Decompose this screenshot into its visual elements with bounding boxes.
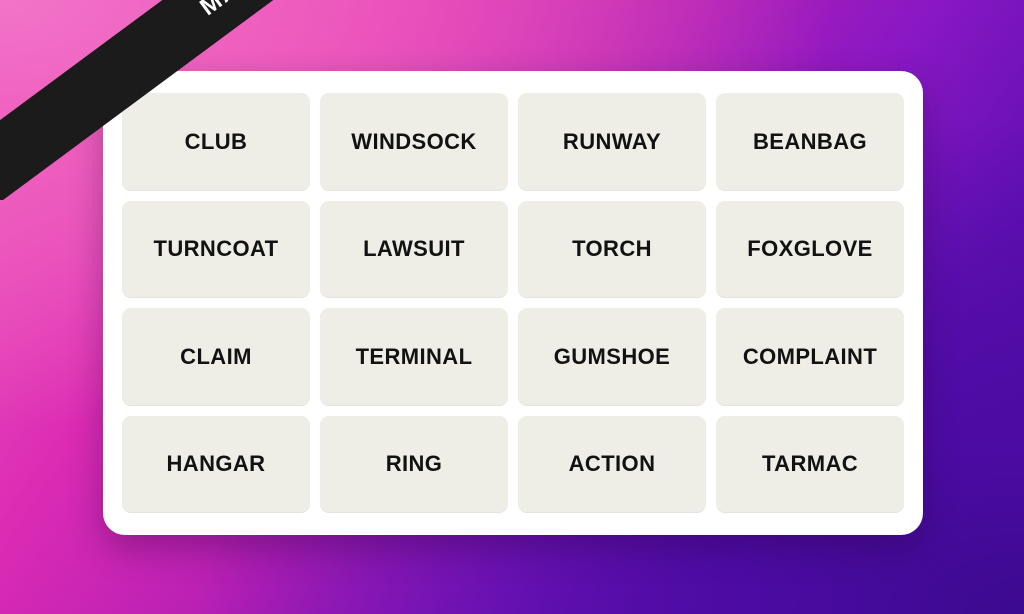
word-tile[interactable]: TERMINAL [320, 308, 508, 406]
word-tile[interactable]: CLAIM [122, 308, 310, 406]
word-tile[interactable]: BEANBAG [716, 93, 904, 191]
word-tile[interactable]: CLUB [122, 93, 310, 191]
puzzle-card: CLUB WINDSOCK RUNWAY BEANBAG TURNCOAT LA… [103, 71, 923, 535]
word-tile[interactable]: FOXGLOVE [716, 200, 904, 298]
word-tile[interactable]: GUMSHOE [518, 308, 706, 406]
word-tile[interactable]: HANGAR [122, 415, 310, 513]
word-tile[interactable]: RING [320, 415, 508, 513]
word-tile[interactable]: COMPLAINT [716, 308, 904, 406]
word-tile[interactable]: RUNWAY [518, 93, 706, 191]
word-tile[interactable]: TARMAC [716, 415, 904, 513]
word-tile[interactable]: TURNCOAT [122, 200, 310, 298]
word-tile-grid: CLUB WINDSOCK RUNWAY BEANBAG TURNCOAT LA… [122, 93, 904, 513]
word-tile[interactable]: TORCH [518, 200, 706, 298]
word-tile[interactable]: WINDSOCK [320, 93, 508, 191]
word-tile[interactable]: LAWSUIT [320, 200, 508, 298]
word-tile[interactable]: ACTION [518, 415, 706, 513]
